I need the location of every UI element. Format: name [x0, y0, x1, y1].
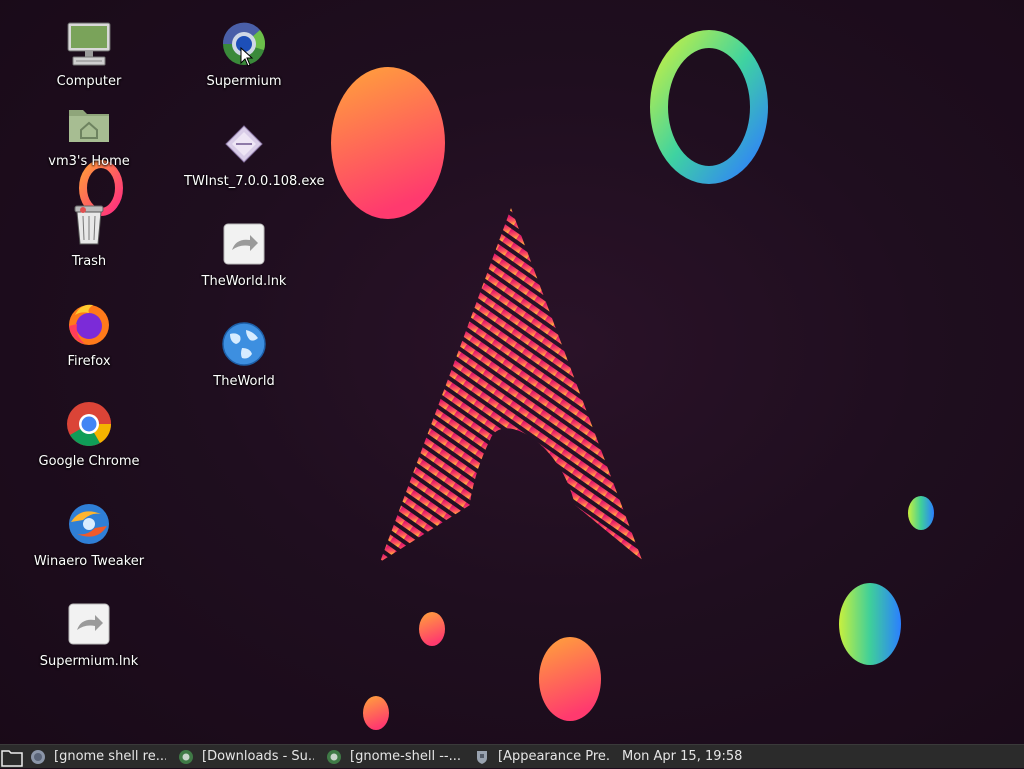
- desktop-icon-firefox[interactable]: Firefox: [29, 300, 149, 369]
- executable-icon: [225, 125, 263, 163]
- taskbar-item[interactable]: [Appearance Pre...: [468, 745, 616, 769]
- mouse-pointer-icon: [240, 47, 254, 67]
- desktop-icon-label: vm3's Home: [48, 154, 130, 169]
- decor-medium-orange-bubble: [539, 637, 601, 721]
- arch-logo: [380, 208, 642, 562]
- desktop-icon-label: Winaero Tweaker: [33, 554, 145, 569]
- desktop-icon-label: Computer: [56, 74, 122, 89]
- desktop-icon-label: TWInst_7.0.0.108.exe: [184, 174, 325, 189]
- desktop-icon-label: Supermium: [206, 74, 282, 89]
- home-folder-icon: [69, 110, 109, 142]
- globe-icon: [222, 322, 266, 366]
- desktop-icon-home[interactable]: vm3's Home: [29, 100, 149, 169]
- desktop-icon-computer[interactable]: Computer: [29, 20, 149, 89]
- decor-tiny-orange-bubble: [419, 612, 445, 646]
- desktop-icon-trash[interactable]: Trash: [29, 200, 149, 269]
- desktop-wallpaper: [79, 30, 934, 730]
- start-menu-button[interactable]: [0, 745, 24, 769]
- decor-blue-bubble: [839, 583, 901, 665]
- desktop-icon-supermium-lnk[interactable]: Supermium.lnk: [29, 600, 149, 669]
- shortcut-icon: [223, 223, 265, 265]
- desktop-icon-label: Firefox: [67, 354, 111, 369]
- taskbar-item[interactable]: [gnome shell re...: [24, 745, 172, 769]
- gnome-shell-icon: [31, 749, 45, 764]
- desktop-icon-label: Supermium.lnk: [39, 654, 139, 669]
- appearance-icon: [477, 750, 487, 764]
- taskbar-item-label: [gnome-shell --...: [350, 749, 462, 764]
- decor-tiny-orange-bubble-2: [363, 696, 389, 730]
- trash-icon: [74, 205, 104, 245]
- taskbar-item-label: [Appearance Pre...: [498, 749, 610, 764]
- shortcut-icon: [68, 603, 110, 645]
- desktop-icon-label: TheWorld: [213, 374, 275, 389]
- taskbar: [gnome shell re... [Downloads - Su... [g…: [0, 744, 1024, 768]
- desktop-icon-theworld[interactable]: TheWorld: [184, 320, 304, 389]
- supermium-icon: [179, 749, 193, 764]
- winaero-tweaker-icon: [69, 504, 109, 544]
- decor-gradient-ring: [650, 30, 768, 184]
- desktop-icon-theworld-lnk[interactable]: TheWorld.lnk: [184, 220, 304, 289]
- taskbar-item[interactable]: [gnome-shell --...: [320, 745, 468, 769]
- taskbar-item[interactable]: [Downloads - Su...: [172, 745, 320, 769]
- decor-orange-bubble: [331, 67, 445, 219]
- desktop-icon-twinst-exe[interactable]: TWInst_7.0.0.108.exe: [184, 120, 325, 189]
- taskbar-item-label: [gnome shell re...: [54, 749, 166, 764]
- decor-small-blue-bubble: [908, 496, 934, 530]
- computer-icon: [67, 22, 111, 66]
- desktop-icon-label: TheWorld.lnk: [201, 274, 287, 289]
- taskbar-clock[interactable]: Mon Apr 15, 19:58: [622, 749, 742, 764]
- firefox-icon: [69, 304, 109, 345]
- chrome-icon: [67, 402, 111, 446]
- folder-icon: [1, 749, 23, 767]
- desktop-icon-winaero-tweaker[interactable]: Winaero Tweaker: [29, 500, 149, 569]
- desktop-icon-label: Trash: [71, 254, 107, 269]
- supermium-icon: [327, 749, 341, 764]
- desktop-icon-google-chrome[interactable]: Google Chrome: [29, 400, 149, 469]
- taskbar-item-label: [Downloads - Su...: [202, 749, 314, 764]
- desktop-icon-label: Google Chrome: [38, 454, 140, 469]
